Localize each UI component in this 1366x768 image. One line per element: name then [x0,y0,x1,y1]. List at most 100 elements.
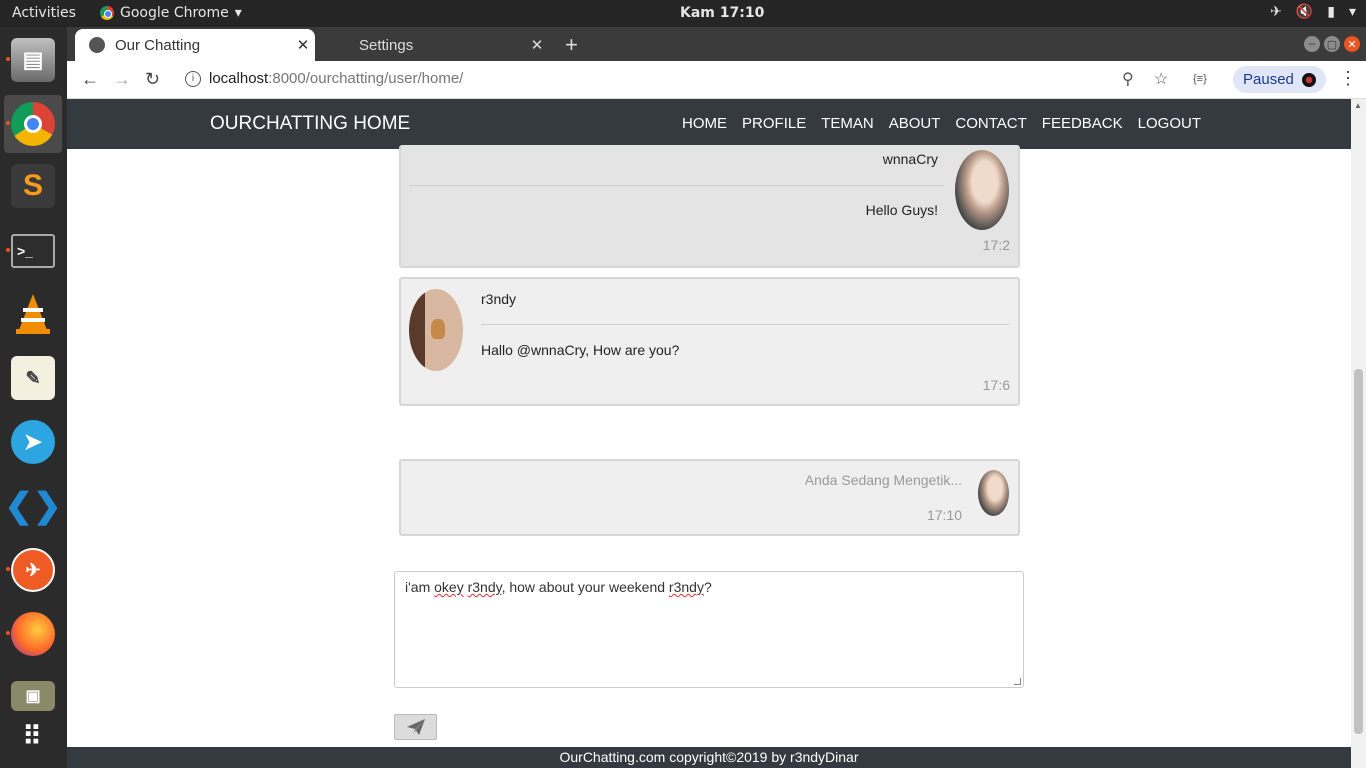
extension-icon[interactable]: {≡} [1193,73,1207,85]
avatar [978,470,1009,516]
profile-paused-button[interactable]: Paused [1233,66,1326,93]
vscode-icon: ❮❯ [4,487,62,525]
chrome-icon [11,102,55,146]
close-icon[interactable]: ✕ [291,36,315,54]
message-sender: wnnaCry [882,151,938,167]
system-tray[interactable]: ✈ 🔇 ▮ ▾ [1270,4,1356,20]
chat-message: r3ndy Hallo @wnnaCry, How are you? 17:6 [399,277,1020,406]
chevron-down-icon: ▾ [234,5,242,21]
minimize-icon[interactable]: – [1304,36,1320,52]
site-brand[interactable]: OURCHATTING HOME [210,113,410,135]
typing-time: 17:10 [926,507,962,523]
telegram-icon: ➤ [11,420,55,464]
composer-text: okey [434,579,464,595]
running-indicator [6,121,10,125]
system-top-bar: Activities Google Chrome ▾ Kam 17:10 ✈ 🔇… [0,0,1366,27]
message-textarea[interactable]: i'am okey r3ndy, how about your weekend … [394,571,1024,688]
battery-icon: ▮ [1327,4,1335,20]
nav-feedback[interactable]: FEEDBACK [1042,115,1123,132]
app-grid-icon: ⠿ [22,721,44,751]
paper-plane-icon [406,719,425,735]
message-time: 17:6 [982,377,1010,393]
running-indicator [6,567,10,571]
more-menu-icon[interactable]: ⋮ [1339,68,1357,89]
system-clock[interactable]: Kam 17:10 [680,5,764,21]
running-indicator [6,631,10,635]
dock-sublime[interactable]: S [4,157,62,215]
nav-logout[interactable]: LOGOUT [1138,115,1201,132]
firefox-icon [11,612,55,656]
composer-text: ? [703,579,712,595]
browser-toolbar: ← → ↻ i localhost:8000/ourchatting/user/… [67,61,1366,99]
tab-our-chatting[interactable]: Our Chatting ✕ [75,29,315,61]
nav-about[interactable]: ABOUT [889,115,941,132]
message-text: Hallo @wnnaCry, How are you? [481,342,680,358]
scrollbar-thumb[interactable] [1354,369,1363,734]
scroll-up-icon[interactable]: ▲ [1354,101,1362,110]
nav-teman[interactable]: TEMAN [821,115,874,132]
dock-terminal[interactable]: >_ [4,222,62,280]
composer-text: , how about your weekend [501,579,669,595]
sublime-text-icon: S [11,164,55,208]
tray-menu-icon: ▾ [1348,4,1356,20]
send-button[interactable] [394,714,437,740]
avatar [409,289,463,371]
forward-arrow-icon[interactable]: → [113,69,131,90]
terminal-icon: >_ [11,234,55,268]
info-icon[interactable]: i [185,71,201,87]
message-time: 17:2 [982,237,1010,253]
address-bar[interactable]: localhost:8000/ourchatting/user/home/ [209,70,463,87]
dock-vscode[interactable]: ❮❯ [4,477,62,535]
close-icon[interactable]: ✕ [525,36,549,54]
airplane-icon: ✈ [1270,4,1282,20]
page-scrollbar[interactable]: ▲ [1351,99,1366,768]
dock-postman[interactable]: ✈ [4,541,62,599]
postman-icon: ✈ [11,548,55,592]
dock-chrome[interactable] [4,95,62,153]
message-text: Hello Guys! [865,202,938,218]
typing-text: Anda Sedang Mengetik... [804,472,962,488]
close-window-icon[interactable]: ✕ [1344,36,1360,52]
back-arrow-icon[interactable]: ← [81,69,99,90]
url-path: :8000/ourchatting/user/home/ [268,70,464,87]
dock: ▤ S >_ ✎ ➤ ❮❯ ✈ ▣ ⠿ [0,27,67,768]
dock-vlc[interactable] [4,285,62,343]
nav-home[interactable]: HOME [682,115,727,132]
star-icon[interactable]: ☆ [1154,69,1168,89]
show-applications-button[interactable]: ⠿ [4,707,62,765]
dock-telegram[interactable]: ➤ [4,413,62,471]
dock-files[interactable]: ▤ [4,31,62,89]
composer-text: i'am [405,579,435,595]
site-nav-menu: HOME PROFILE TEMAN ABOUT CONTACT FEEDBAC… [682,115,1201,132]
browser-tab-bar: Our Chatting ✕ Settings ✕ + – ▢ ✕ [67,27,1366,61]
running-indicator [6,248,10,252]
dock-text-editor[interactable]: ✎ [4,349,62,407]
chrome-icon [100,6,114,20]
tab-title: Settings [359,36,414,54]
reload-icon[interactable]: ↻ [145,69,160,90]
new-tab-button[interactable]: + [565,32,578,58]
window-controls: – ▢ ✕ [1304,36,1360,52]
maximize-icon[interactable]: ▢ [1324,36,1340,52]
activities-button[interactable]: Activities [12,5,76,21]
composer-text: r3ndy [467,579,502,595]
resize-handle[interactable] [1014,678,1021,685]
tab-settings[interactable]: Settings ✕ [319,29,549,61]
avatar [955,150,1009,230]
url-host: localhost [209,70,269,87]
nav-profile[interactable]: PROFILE [742,115,806,132]
app-menu[interactable]: Google Chrome ▾ [100,5,242,21]
zoom-icon[interactable]: ⚲ [1122,69,1134,89]
notepad-icon: ✎ [11,356,55,400]
chat-message: wnnaCry Hello Guys! 17:2 [399,145,1020,268]
message-sender: r3ndy [481,291,517,307]
running-indicator [6,57,10,61]
tab-title: Our Chatting [115,36,201,54]
vlc-cone-icon [11,292,55,336]
dock-firefox[interactable] [4,605,62,663]
site-navbar: OURCHATTING HOME HOME PROFILE TEMAN ABOU… [67,99,1351,149]
profile-paused-label: Paused [1243,71,1294,88]
app-menu-label: Google Chrome [120,5,229,21]
message-divider [481,324,1009,325]
nav-contact[interactable]: CONTACT [955,115,1026,132]
